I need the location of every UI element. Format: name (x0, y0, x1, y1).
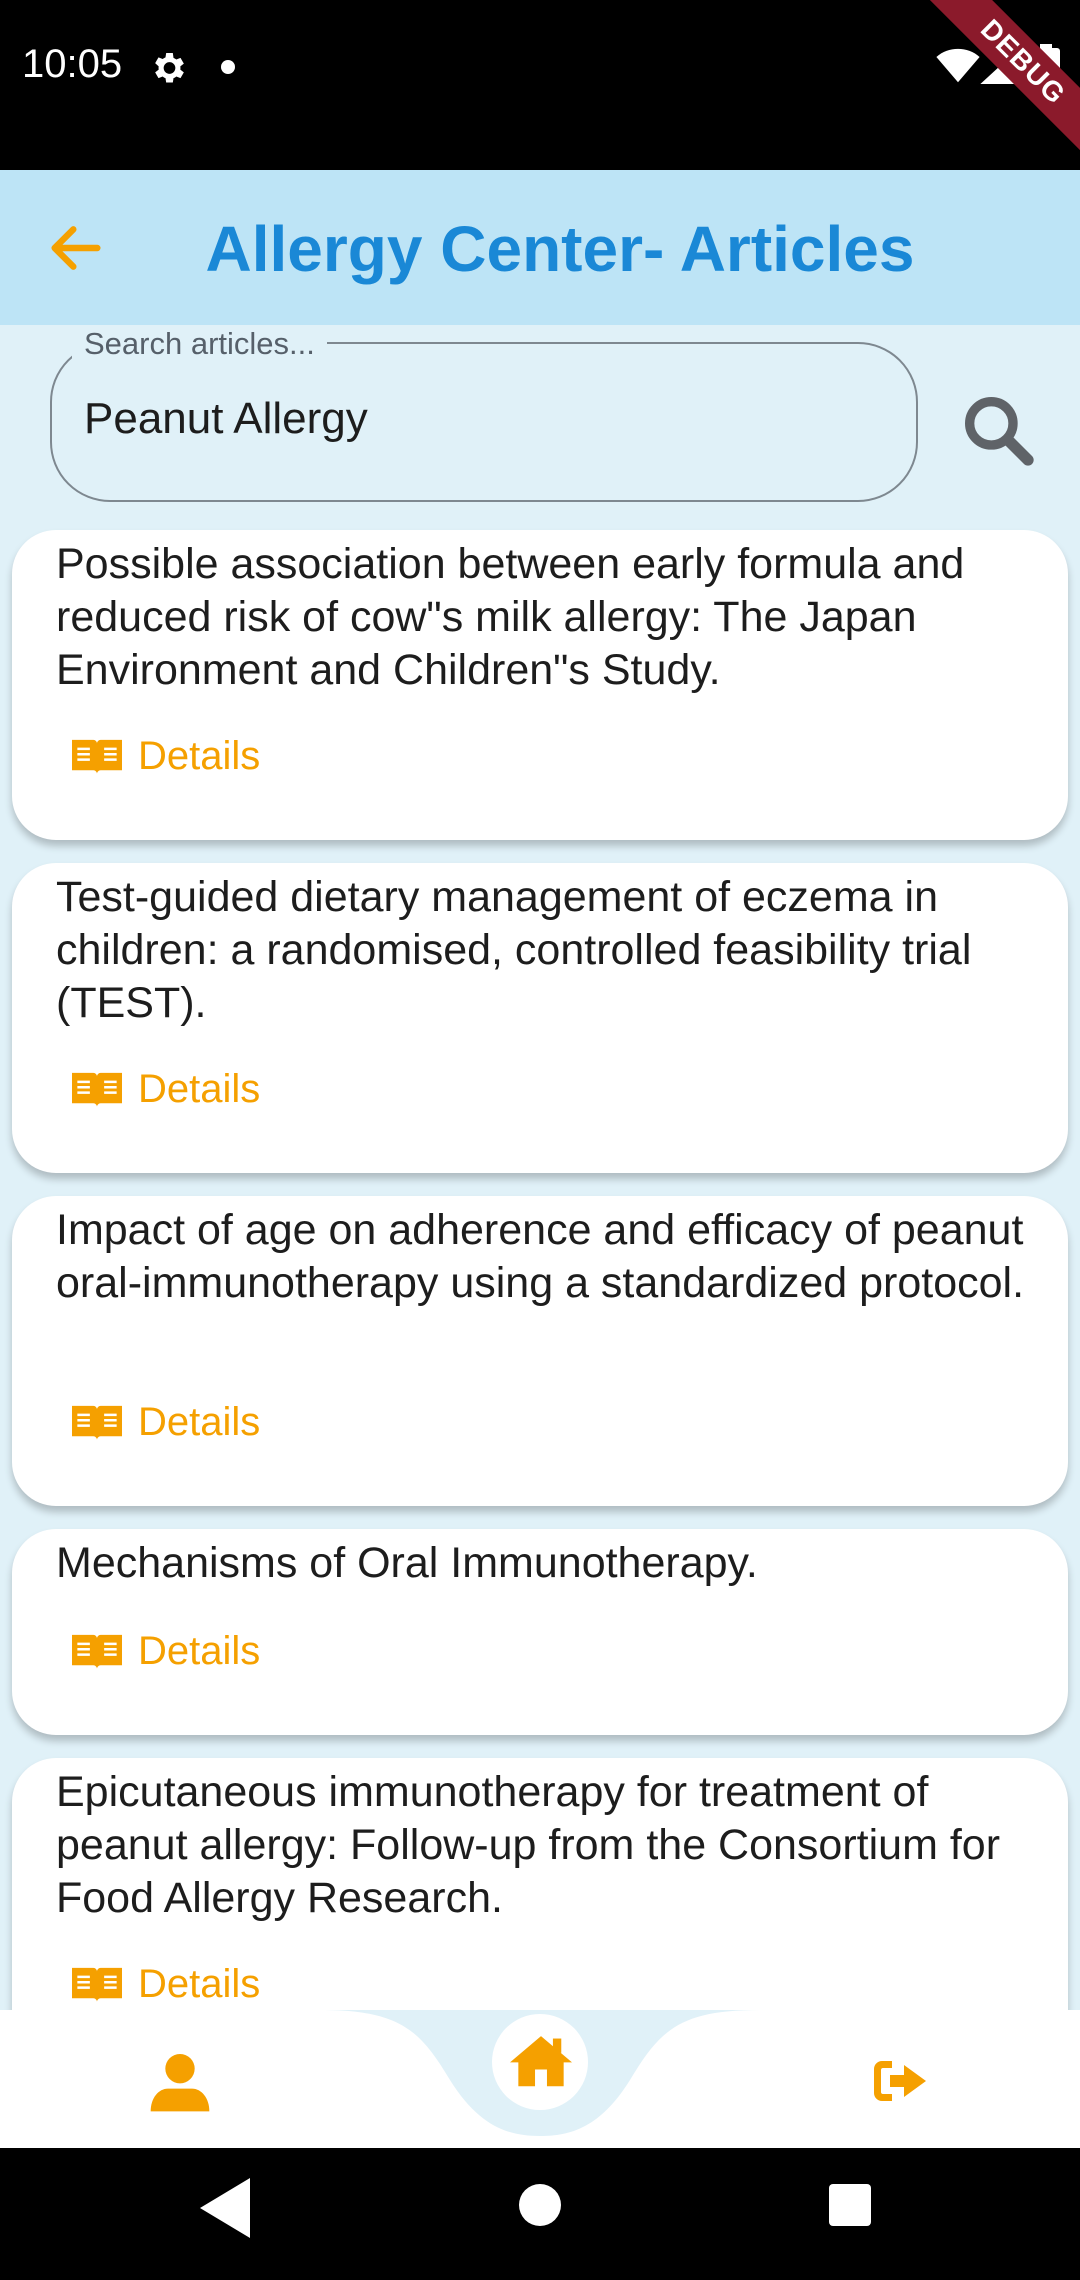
details-label: Details (138, 1628, 261, 1673)
book-open-icon (72, 1967, 122, 2002)
details-label: Details (138, 1961, 261, 2006)
wifi-icon (936, 48, 980, 83)
book-open-icon (72, 739, 122, 774)
book-open-icon (72, 1405, 122, 1440)
article-title: Impact of age on adherence and efficacy … (56, 1206, 1025, 1307)
search-input-value[interactable]: Peanut Allergy (84, 394, 368, 444)
details-button[interactable]: Details (72, 1059, 260, 1119)
details-button[interactable]: Details (72, 1954, 260, 2010)
app-bar: Allergy Center- Articles (0, 170, 1080, 325)
settings-gear-icon (155, 53, 184, 83)
app-screen: Allergy Center- Articles Peanut Allergy … (0, 170, 1080, 2010)
system-recents-icon[interactable] (829, 2184, 871, 2226)
details-button[interactable]: Details (72, 1621, 260, 1681)
article-title: Test-guided dietary management of eczema… (56, 873, 972, 1027)
home-icon[interactable] (510, 2030, 572, 2090)
status-bar: 10:05 DEBUG (0, 0, 1080, 170)
article-title: Possible association between early formu… (56, 540, 965, 694)
details-button[interactable]: Details (72, 726, 260, 786)
search-icon[interactable] (958, 390, 1038, 470)
status-time: 10:05 (22, 42, 123, 86)
article-card[interactable]: Epicutaneous immunotherapy for treatment… (12, 1758, 1068, 2010)
system-navigation-bar (0, 2148, 1080, 2280)
system-back-icon[interactable] (200, 2178, 250, 2238)
search-input-label: Search articles... (72, 326, 327, 362)
details-button[interactable]: Details (72, 1392, 260, 1452)
details-label: Details (138, 1066, 261, 1111)
article-card[interactable]: Test-guided dietary management of eczema… (12, 863, 1068, 1173)
article-card[interactable]: Possible association between early formu… (12, 530, 1068, 840)
article-card[interactable]: Impact of age on adherence and efficacy … (12, 1196, 1068, 1506)
details-label: Details (138, 733, 261, 778)
person-icon[interactable] (148, 2050, 212, 2114)
notification-dot-icon (221, 60, 235, 74)
article-card[interactable]: Mechanisms of Oral Immunotherapy. Detail… (12, 1529, 1068, 1735)
search-input[interactable]: Peanut Allergy (50, 342, 918, 502)
system-home-icon[interactable] (519, 2184, 561, 2226)
page-title: Allergy Center- Articles (205, 213, 915, 285)
article-title: Epicutaneous immunotherapy for treatment… (56, 1768, 1001, 1922)
book-open-icon (72, 1634, 122, 1669)
logout-icon[interactable] (872, 2056, 928, 2106)
details-label: Details (138, 1399, 261, 1444)
article-title: Mechanisms of Oral Immunotherapy. (56, 1539, 758, 1587)
book-open-icon (72, 1072, 122, 1107)
